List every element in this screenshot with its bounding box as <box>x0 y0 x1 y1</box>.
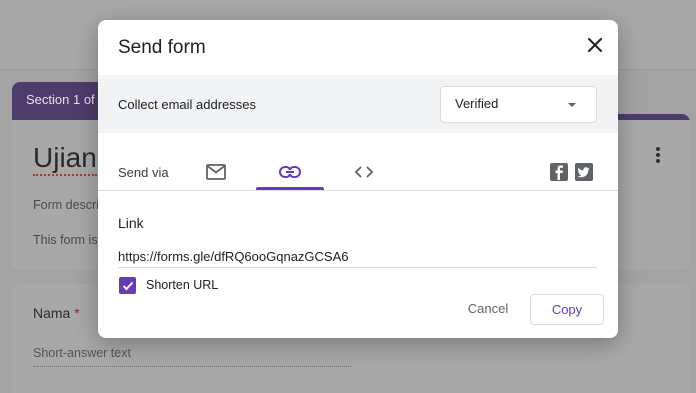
link-url-field[interactable]: https://forms.gle/dfRQ6ooGqnazGCSA6 <box>118 246 597 268</box>
facebook-icon <box>555 165 563 180</box>
question-label: Nama * <box>33 305 80 321</box>
tab-link[interactable] <box>256 154 324 190</box>
link-icon <box>279 166 301 178</box>
spellcheck-underline <box>33 174 97 176</box>
close-button[interactable] <box>584 34 606 56</box>
twitter-icon <box>577 167 590 178</box>
question-placeholder: Short-answer text <box>33 346 131 360</box>
shorten-url-checkbox[interactable] <box>119 277 136 294</box>
required-mark: * <box>74 305 80 321</box>
send-form-dialog: Send form Collect email addresses Verifi… <box>98 20 618 338</box>
shorten-url-label: Shorten URL <box>146 278 219 292</box>
more-vert-icon <box>650 146 666 166</box>
form-note: This form is <box>33 233 98 247</box>
embed-code-icon <box>354 166 374 178</box>
facebook-share-button[interactable] <box>550 163 568 181</box>
question-input-line <box>33 366 351 367</box>
copy-button[interactable]: Copy <box>530 294 604 325</box>
link-heading: Link <box>118 215 144 231</box>
close-icon <box>588 38 602 52</box>
check-icon <box>122 281 133 290</box>
dropdown-arrow-icon <box>568 103 576 107</box>
question-label-text: Nama <box>33 305 71 321</box>
twitter-share-button[interactable] <box>575 163 593 181</box>
dialog-title: Send form <box>118 37 206 58</box>
collect-email-row: Collect email addresses Verified <box>98 75 618 133</box>
tab-embed[interactable] <box>344 154 384 190</box>
cancel-button[interactable]: Cancel <box>458 298 518 320</box>
collect-email-value: Verified <box>455 96 499 111</box>
tab-email[interactable] <box>196 154 236 190</box>
tabs-divider <box>98 190 618 191</box>
send-via-label: Send via <box>118 165 169 180</box>
section-tab-label: Section 1 of 2 <box>26 92 106 107</box>
collect-email-label: Collect email addresses <box>118 97 257 112</box>
form-title: Ujian <box>33 142 97 173</box>
collect-email-select[interactable]: Verified <box>440 86 597 123</box>
email-icon <box>206 164 226 180</box>
